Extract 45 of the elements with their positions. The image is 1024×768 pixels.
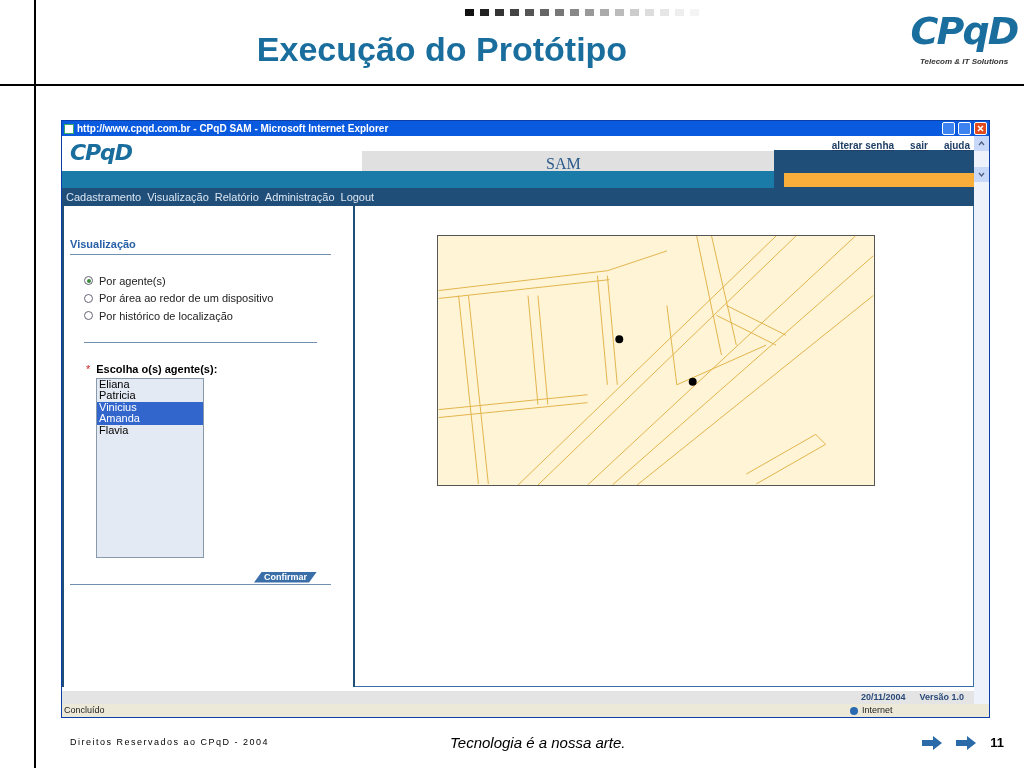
agent-item[interactable]: Vinicius bbox=[97, 401, 203, 413]
arrow-icon bbox=[956, 736, 977, 750]
scrollbar[interactable] bbox=[974, 136, 989, 704]
status-text: Concluído bbox=[64, 704, 106, 717]
motto-text: Tecnologia é a nossa arte. bbox=[450, 732, 627, 753]
globe-icon bbox=[850, 706, 858, 715]
minimize-button[interactable] bbox=[942, 122, 955, 135]
header-link[interactable]: alterar senha bbox=[831, 138, 895, 153]
menu-item[interactable]: Cadastramento bbox=[66, 188, 142, 206]
logo-tagline: Telecom & IT Solutions bbox=[919, 56, 1009, 68]
menu-item[interactable]: Relatório bbox=[214, 188, 259, 206]
scroll-down-icon[interactable] bbox=[974, 167, 989, 182]
radio-option[interactable]: Por área ao redor de um dispositivo bbox=[84, 290, 331, 307]
agent-item[interactable]: Eliana bbox=[97, 378, 203, 390]
radio-option[interactable]: Por histórico de localização bbox=[84, 307, 331, 324]
logo-text: CPqD bbox=[910, 12, 1018, 50]
footer-date: 20/11/2004 bbox=[860, 690, 906, 704]
header-link[interactable]: sair bbox=[910, 138, 928, 153]
footer-version: Versão 1.0 bbox=[919, 690, 964, 704]
slide-title: Execução do Protótipo bbox=[256, 29, 628, 70]
app-name: SAM bbox=[546, 154, 581, 174]
maximize-button[interactable] bbox=[958, 122, 971, 135]
copyright-text: Direitos Reservados ao CPqD - 2004 bbox=[70, 736, 271, 750]
page-number: 11 bbox=[990, 734, 1004, 753]
confirm-button[interactable]: Confirmar bbox=[254, 571, 317, 583]
menu-item[interactable]: Logout bbox=[340, 188, 375, 206]
scroll-up-icon[interactable] bbox=[974, 136, 989, 151]
menu-item[interactable]: Visualização bbox=[147, 188, 209, 206]
agent-listbox[interactable]: Eliana Patricia Vinicius Amanda Flavia bbox=[96, 377, 204, 558]
zone-text: Internet bbox=[862, 704, 894, 717]
arrow-icon bbox=[922, 736, 943, 750]
window-title: http://www.cpqd.com.br - CPqD SAM - Microsoft Internet Explorer bbox=[77, 122, 390, 136]
header-link[interactable]: ajuda bbox=[943, 138, 970, 153]
close-button[interactable] bbox=[974, 122, 987, 135]
list-label: Escolha o(s) agente(s): bbox=[96, 362, 218, 377]
radio-option[interactable]: Por agente(s) bbox=[84, 272, 331, 289]
close-icon bbox=[977, 125, 984, 132]
section-heading: Visualização bbox=[70, 236, 331, 255]
required-mark: * bbox=[86, 362, 91, 377]
agent-item[interactable]: Amanda bbox=[97, 413, 203, 425]
logo-text: CPqD bbox=[70, 140, 132, 165]
page-icon bbox=[64, 123, 74, 134]
menu-item[interactable]: Administração bbox=[264, 188, 335, 206]
agent-item[interactable]: Patricia bbox=[97, 390, 203, 402]
agent-item[interactable]: Flavia bbox=[97, 424, 203, 436]
